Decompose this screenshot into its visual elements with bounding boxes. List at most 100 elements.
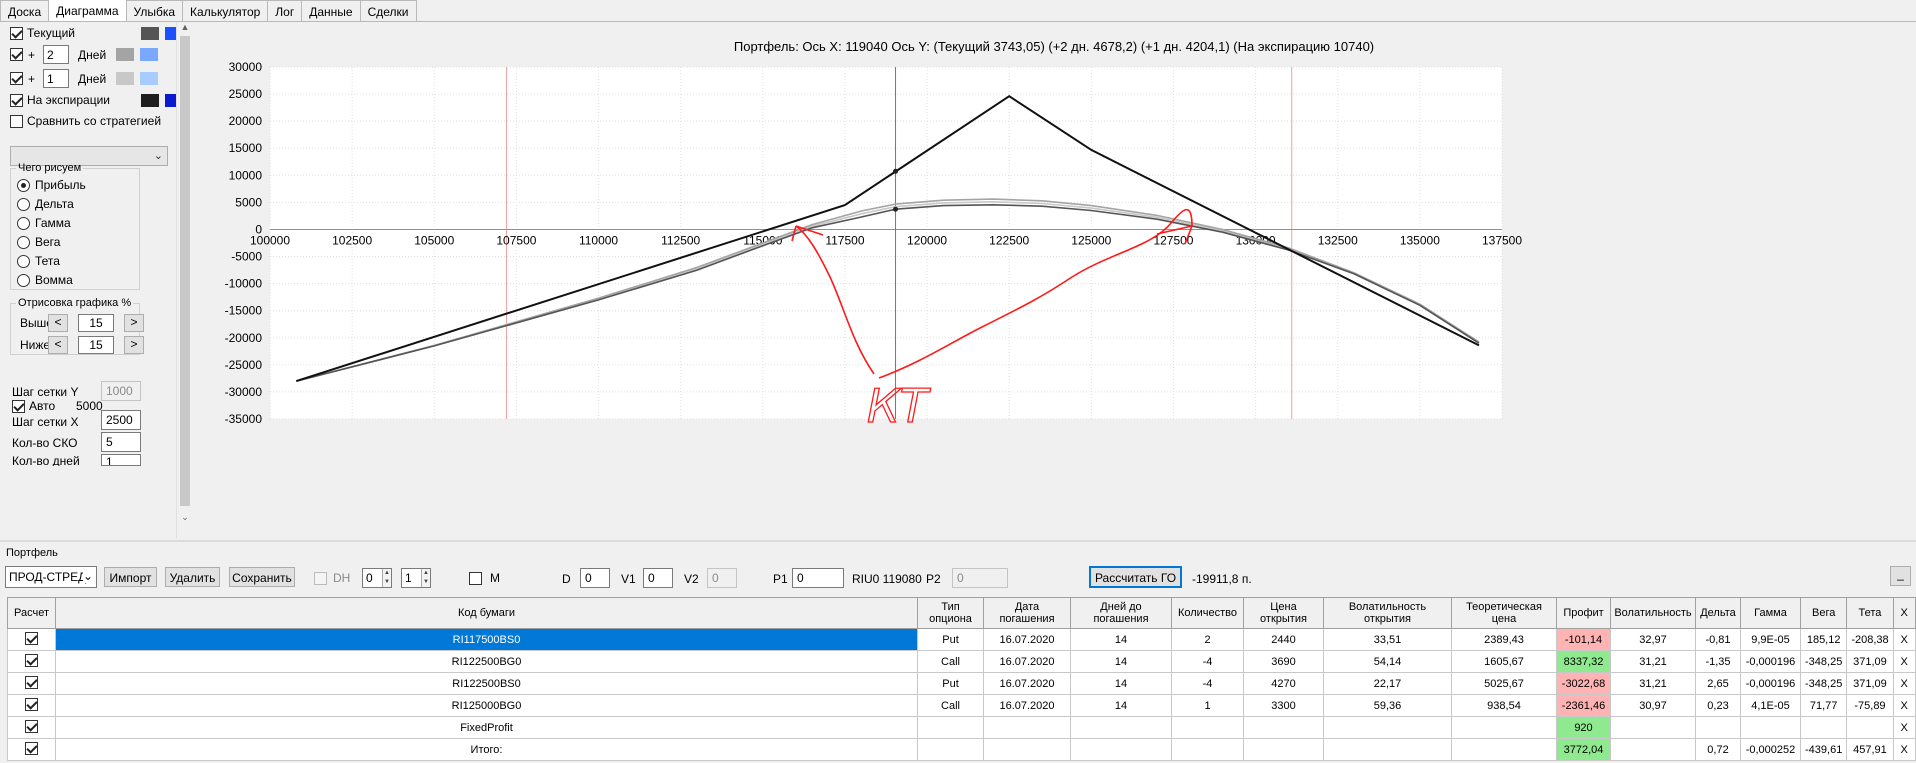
above-decrease-button[interactable]: < — [48, 314, 68, 332]
current-checkbox[interactable] — [10, 26, 23, 40]
dh-spin-2[interactable]: 1 ▲ ▼ — [401, 568, 431, 588]
col-type[interactable]: Тип опциона — [917, 597, 984, 629]
current-color-swatch[interactable] — [141, 26, 159, 40]
table-row[interactable]: RI122500BG0 Call 16.07.2020 14 -4 3690 54,14 16… — [7, 650, 1916, 673]
calculate-go-button[interactable]: Рассчитать ГО — [1089, 566, 1182, 588]
row-calc-checkbox[interactable] — [25, 741, 38, 755]
v1-input[interactable]: 0 — [643, 568, 673, 588]
tab-board[interactable]: Доска — [0, 0, 50, 21]
v2-input[interactable]: 0 — [707, 568, 737, 588]
col-theta[interactable]: Тета — [1846, 597, 1894, 629]
table-row[interactable]: RI117500BS0 Put 16.07.2020 14 2 2440 33,51 2389… — [7, 628, 1916, 651]
row-calc-checkbox-cell[interactable] — [7, 738, 56, 761]
chart-area[interactable]: Портфель: Ось X: 119040 Ось Y: (Текущий … — [192, 22, 1916, 538]
col-qty[interactable]: Количество — [1171, 597, 1244, 629]
col-days[interactable]: Дней до погашения — [1070, 597, 1172, 629]
days1-input[interactable] — [43, 45, 70, 64]
days2-alt-color-swatch[interactable] — [140, 72, 159, 85]
spin-arrows-icon[interactable]: ▲ ▼ — [421, 569, 430, 587]
col-profit[interactable]: Профит — [1556, 597, 1611, 629]
col-code[interactable]: Код бумаги — [55, 597, 918, 629]
tab-diagram[interactable]: Диаграмма — [48, 0, 127, 21]
compare-checkbox[interactable] — [10, 114, 23, 128]
days2-input[interactable] — [43, 69, 70, 88]
cell-x[interactable]: X — [1892, 716, 1916, 739]
cell-x[interactable]: X — [1892, 650, 1916, 673]
tab-log[interactable]: Лог — [267, 0, 303, 21]
minimize-button[interactable]: _ — [1890, 566, 1911, 586]
p1-input[interactable]: 0 — [792, 568, 844, 588]
radio-vega[interactable]: Вега — [17, 235, 60, 249]
spin-arrows-icon[interactable]: ▲ ▼ — [382, 569, 391, 587]
p2-input[interactable]: 0 — [952, 568, 1008, 588]
delete-button[interactable]: Удалить — [165, 567, 220, 587]
days1-alt-color-swatch[interactable] — [140, 48, 159, 61]
cell-x[interactable]: X — [1892, 738, 1916, 761]
radio-vomma-button[interactable] — [17, 273, 30, 287]
radio-vomma[interactable]: Вомма — [17, 273, 73, 287]
days1-color-swatch[interactable] — [116, 48, 135, 61]
dh-spin-1[interactable]: 0 ▲ ▼ — [362, 568, 392, 588]
col-theo[interactable]: Теоретическая цена — [1451, 597, 1557, 629]
grid-y-input[interactable]: 1000 — [101, 381, 141, 401]
below-increase-button[interactable]: > — [124, 336, 144, 354]
row-calc-checkbox[interactable] — [25, 631, 38, 645]
dh-checkbox[interactable] — [314, 571, 327, 585]
row-calc-checkbox-cell[interactable] — [7, 694, 56, 717]
days2-color-swatch[interactable] — [116, 72, 135, 85]
radio-profit-button[interactable] — [17, 178, 30, 192]
above-input[interactable]: 15 — [78, 314, 114, 332]
scroll-up-icon[interactable]: ▲ — [177, 22, 192, 36]
radio-gamma-button[interactable] — [17, 216, 30, 230]
col-delta[interactable]: Дельта — [1695, 597, 1741, 629]
tab-data[interactable]: Данные — [301, 0, 361, 21]
row-calc-checkbox[interactable] — [25, 675, 38, 689]
row-calc-checkbox-cell[interactable] — [7, 650, 56, 673]
radio-delta[interactable]: Дельта — [17, 197, 74, 211]
cell-x[interactable]: X — [1892, 694, 1916, 717]
radio-profit[interactable]: Прибыль — [17, 178, 86, 192]
radio-gamma[interactable]: Гамма — [17, 216, 71, 230]
table-row[interactable]: RI122500BS0 Put 16.07.2020 14 -4 4270 22,17 502… — [7, 672, 1916, 695]
save-button[interactable]: Сохранить — [229, 567, 295, 587]
radio-theta-button[interactable] — [17, 254, 30, 268]
table-row[interactable]: Итого: 3772,04 0,72 -0,000252 -439,61 457,91 X — [7, 738, 1916, 761]
row-calc-checkbox[interactable] — [25, 653, 38, 667]
cell-x[interactable]: X — [1892, 628, 1916, 651]
panel-splitter[interactable] — [0, 540, 1916, 542]
expiry-color-swatch[interactable] — [141, 93, 159, 107]
auto-checkbox[interactable] — [12, 399, 25, 413]
below-decrease-button[interactable]: < — [48, 336, 68, 354]
row-calc-checkbox[interactable] — [25, 697, 38, 711]
col-gamma[interactable]: Гамма — [1740, 597, 1801, 629]
expiry-checkbox[interactable] — [10, 93, 23, 107]
col-date[interactable]: Дата погашения — [983, 597, 1071, 629]
row-calc-checkbox-cell[interactable] — [7, 716, 56, 739]
import-button[interactable]: Импорт — [104, 567, 157, 587]
tab-deals[interactable]: Сделки — [359, 0, 417, 21]
m-checkbox[interactable] — [469, 571, 482, 585]
days-count-input[interactable]: 1 — [101, 454, 141, 466]
radio-delta-button[interactable] — [17, 197, 30, 211]
portfolio-select[interactable]: ПРОД-СТРЕД ⌄ — [5, 566, 97, 588]
grid-x-input[interactable]: 2500 — [101, 410, 141, 430]
days1-checkbox[interactable] — [10, 48, 23, 61]
cell-x[interactable]: X — [1892, 672, 1916, 695]
days2-checkbox[interactable] — [10, 72, 23, 85]
col-calc[interactable]: Расчет — [7, 597, 56, 629]
radio-vega-button[interactable] — [17, 235, 30, 249]
col-open-vol[interactable]: Волатильность открытия — [1323, 597, 1452, 629]
sko-input[interactable]: 5 — [101, 432, 141, 452]
payoff-chart[interactable]: 300002500020000150001000050000-5000-1000… — [192, 22, 1916, 538]
below-input[interactable]: 15 — [78, 336, 114, 354]
radio-theta[interactable]: Тета — [17, 254, 60, 268]
row-calc-checkbox-cell[interactable] — [7, 672, 56, 695]
left-panel-scrollbar[interactable]: ▲ ⌄ — [176, 22, 192, 538]
table-row[interactable]: RI125000BG0 Call 16.07.2020 14 1 3300 59,36 938… — [7, 694, 1916, 717]
scroll-thumb[interactable] — [180, 36, 190, 506]
row-calc-checkbox-cell[interactable] — [7, 628, 56, 651]
col-vol[interactable]: Волатильность — [1610, 597, 1696, 629]
tab-calculator[interactable]: Калькулятор — [182, 0, 269, 21]
scroll-down-icon[interactable]: ⌄ — [177, 512, 192, 526]
tab-smile[interactable]: Улыбка — [125, 0, 184, 21]
